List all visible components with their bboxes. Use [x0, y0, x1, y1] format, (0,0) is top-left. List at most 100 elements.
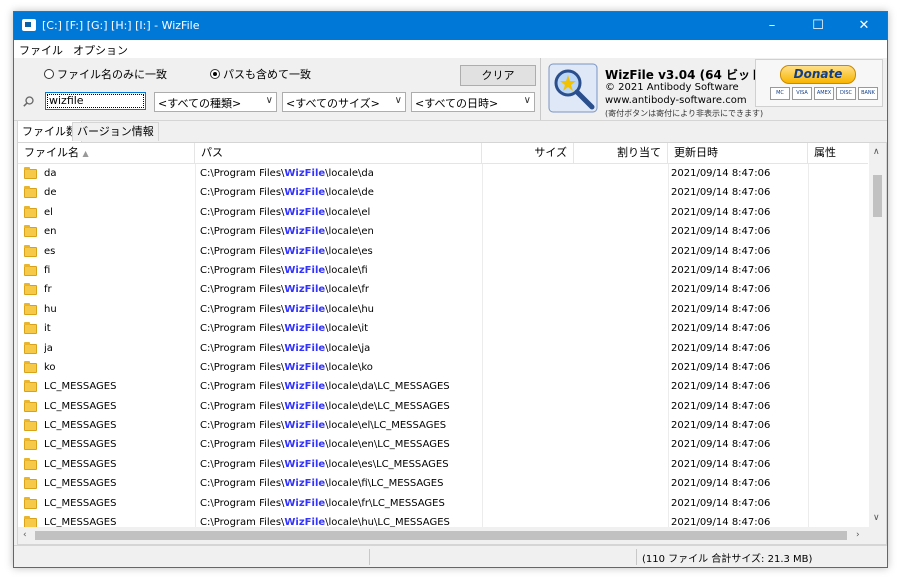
file-modified: 2021/09/14 8:47:06 — [671, 400, 771, 412]
col-divider — [195, 357, 196, 378]
path-prefix: C:\Program Files\ — [200, 226, 285, 238]
file-name: LC_MESSAGES — [44, 420, 117, 432]
folder-icon — [24, 186, 37, 199]
column-modified[interactable]: 更新日時 — [668, 143, 808, 163]
menu-bar: ファイル オプション — [14, 40, 887, 58]
file-name: LC_MESSAGES — [44, 381, 117, 393]
file-modified: 2021/09/14 8:47:06 — [671, 323, 771, 335]
close-button[interactable]: ✕ — [841, 12, 887, 40]
file-modified: 2021/09/14 8:47:06 — [671, 206, 771, 218]
scroll-left-icon[interactable]: ‹ — [23, 530, 27, 540]
maximize-button[interactable]: ☐ — [795, 12, 841, 40]
file-name: de — [44, 187, 57, 199]
table-row[interactable]: it C:\Program Files\WizFile\locale\it 20… — [18, 319, 868, 340]
radio-name-only[interactable]: ファイル名のみに一致 — [44, 66, 167, 82]
table-row[interactable]: fr C:\Program Files\WizFile\locale\fr 20… — [18, 280, 868, 301]
col-divider — [195, 164, 196, 184]
menu-options[interactable]: オプション — [68, 40, 133, 60]
path-match: WizFile — [284, 439, 326, 451]
column-alloc[interactable]: 割り当て — [574, 143, 668, 163]
table-row[interactable]: ko C:\Program Files\WizFile\locale\ko 20… — [18, 357, 868, 378]
table-row[interactable]: LC_MESSAGES C:\Program Files\WizFile\loc… — [18, 493, 868, 514]
file-modified: 2021/09/14 8:47:06 — [671, 168, 771, 179]
tab-version-info[interactable]: バージョン情報 — [72, 122, 159, 141]
radio-include-path[interactable]: パスも含めて一致 — [210, 66, 311, 82]
column-path[interactable]: パス — [195, 143, 482, 163]
col-divider — [482, 396, 483, 417]
table-row[interactable]: LC_MESSAGES C:\Program Files\WizFile\loc… — [18, 377, 868, 398]
path-match: WizFile — [284, 206, 326, 218]
menu-file[interactable]: ファイル — [14, 40, 68, 60]
scroll-down-icon[interactable]: ∨ — [873, 513, 880, 523]
file-name: ja — [44, 342, 53, 354]
type-filter-select[interactable]: <すべての種類> ∨ — [154, 92, 277, 112]
col-divider — [808, 454, 809, 475]
col-divider — [482, 416, 483, 437]
table-row[interactable]: en C:\Program Files\WizFile\locale\en 20… — [18, 222, 868, 243]
horizontal-scrollbar[interactable]: ‹ › — [18, 527, 886, 544]
search-toolbar: ファイル名のみに一致 パスも含めて一致 クリア wizfile <すべての種類>… — [14, 58, 887, 121]
horizontal-scroll-thumb[interactable] — [35, 531, 847, 540]
website-link[interactable]: www.antibody-software.com — [605, 95, 747, 106]
path-match: WizFile — [284, 420, 326, 432]
path-suffix: \locale\fi — [325, 264, 368, 276]
col-divider — [668, 454, 669, 475]
col-divider — [482, 474, 483, 495]
col-divider — [482, 202, 483, 223]
col-divider — [482, 299, 483, 320]
table-row[interactable]: LC_MESSAGES C:\Program Files\WizFile\loc… — [18, 474, 868, 495]
path-match: WizFile — [284, 245, 326, 257]
table-row[interactable]: LC_MESSAGES C:\Program Files\WizFile\loc… — [18, 396, 868, 417]
table-row[interactable]: fi C:\Program Files\WizFile\locale\fi 20… — [18, 260, 868, 281]
sort-ascending-icon: ▲ — [82, 149, 89, 158]
col-divider — [808, 338, 809, 359]
path-prefix: C:\Program Files\ — [200, 478, 285, 490]
path-match: WizFile — [284, 478, 326, 490]
table-row[interactable]: LC_MESSAGES C:\Program Files\WizFile\loc… — [18, 454, 868, 475]
vertical-scroll-thumb[interactable] — [873, 175, 882, 217]
col-divider — [668, 241, 669, 262]
path-match: WizFile — [284, 226, 326, 238]
file-modified: 2021/09/14 8:47:06 — [671, 284, 771, 296]
scroll-right-icon[interactable]: › — [856, 530, 860, 540]
size-filter-select[interactable]: <すべてのサイズ> ∨ — [282, 92, 406, 112]
file-modified: 2021/09/14 8:47:06 — [671, 361, 771, 373]
file-name: el — [44, 206, 53, 218]
col-divider — [808, 299, 809, 320]
date-filter-select[interactable]: <すべての日時> ∨ — [411, 92, 535, 112]
radio-name-only-label: ファイル名のみに一致 — [57, 68, 167, 81]
donate-button[interactable]: Donate — [780, 65, 856, 84]
type-filter-value: <すべての種類> — [158, 97, 242, 110]
column-name[interactable]: ファイル名 ▲ — [18, 143, 195, 163]
col-divider — [482, 454, 483, 475]
tab-strip: ファイル数 バージョン情報 — [14, 120, 887, 142]
table-row[interactable]: da C:\Program Files\WizFile\locale\da 20… — [18, 164, 868, 184]
scroll-up-icon[interactable]: ∧ — [873, 147, 880, 157]
minimize-button[interactable]: – — [749, 12, 795, 40]
table-row[interactable]: ja C:\Program Files\WizFile\locale\ja 20… — [18, 338, 868, 359]
file-path: C:\Program Files\WizFile\locale\it — [200, 319, 480, 338]
clear-button[interactable]: クリア — [460, 65, 536, 86]
table-row[interactable]: de C:\Program Files\WizFile\locale\de 20… — [18, 183, 868, 204]
table-row[interactable]: LC_MESSAGES C:\Program Files\WizFile\loc… — [18, 435, 868, 456]
col-divider — [195, 183, 196, 204]
column-attr[interactable]: 属性 — [808, 143, 868, 163]
table-row[interactable]: LC_MESSAGES C:\Program Files\WizFile\loc… — [18, 416, 868, 437]
col-divider — [808, 319, 809, 340]
col-divider — [808, 493, 809, 514]
path-match: WizFile — [284, 264, 326, 276]
radio-include-path-circle[interactable] — [210, 69, 220, 79]
path-prefix: C:\Program Files\ — [200, 264, 285, 276]
radio-name-only-circle[interactable] — [44, 69, 54, 79]
table-row[interactable]: hu C:\Program Files\WizFile\locale\hu 20… — [18, 299, 868, 320]
folder-icon — [24, 302, 37, 315]
col-divider — [482, 357, 483, 378]
search-input[interactable]: wizfile — [45, 92, 146, 110]
col-divider — [482, 493, 483, 514]
col-divider — [482, 260, 483, 281]
table-row[interactable]: es C:\Program Files\WizFile\locale\es 20… — [18, 241, 868, 262]
table-row[interactable]: el C:\Program Files\WizFile\locale\el 20… — [18, 202, 868, 223]
column-size[interactable]: サイズ — [482, 143, 574, 163]
vertical-scrollbar[interactable]: ∧ ∨ — [869, 143, 886, 527]
path-suffix: \locale\ko — [325, 361, 373, 373]
